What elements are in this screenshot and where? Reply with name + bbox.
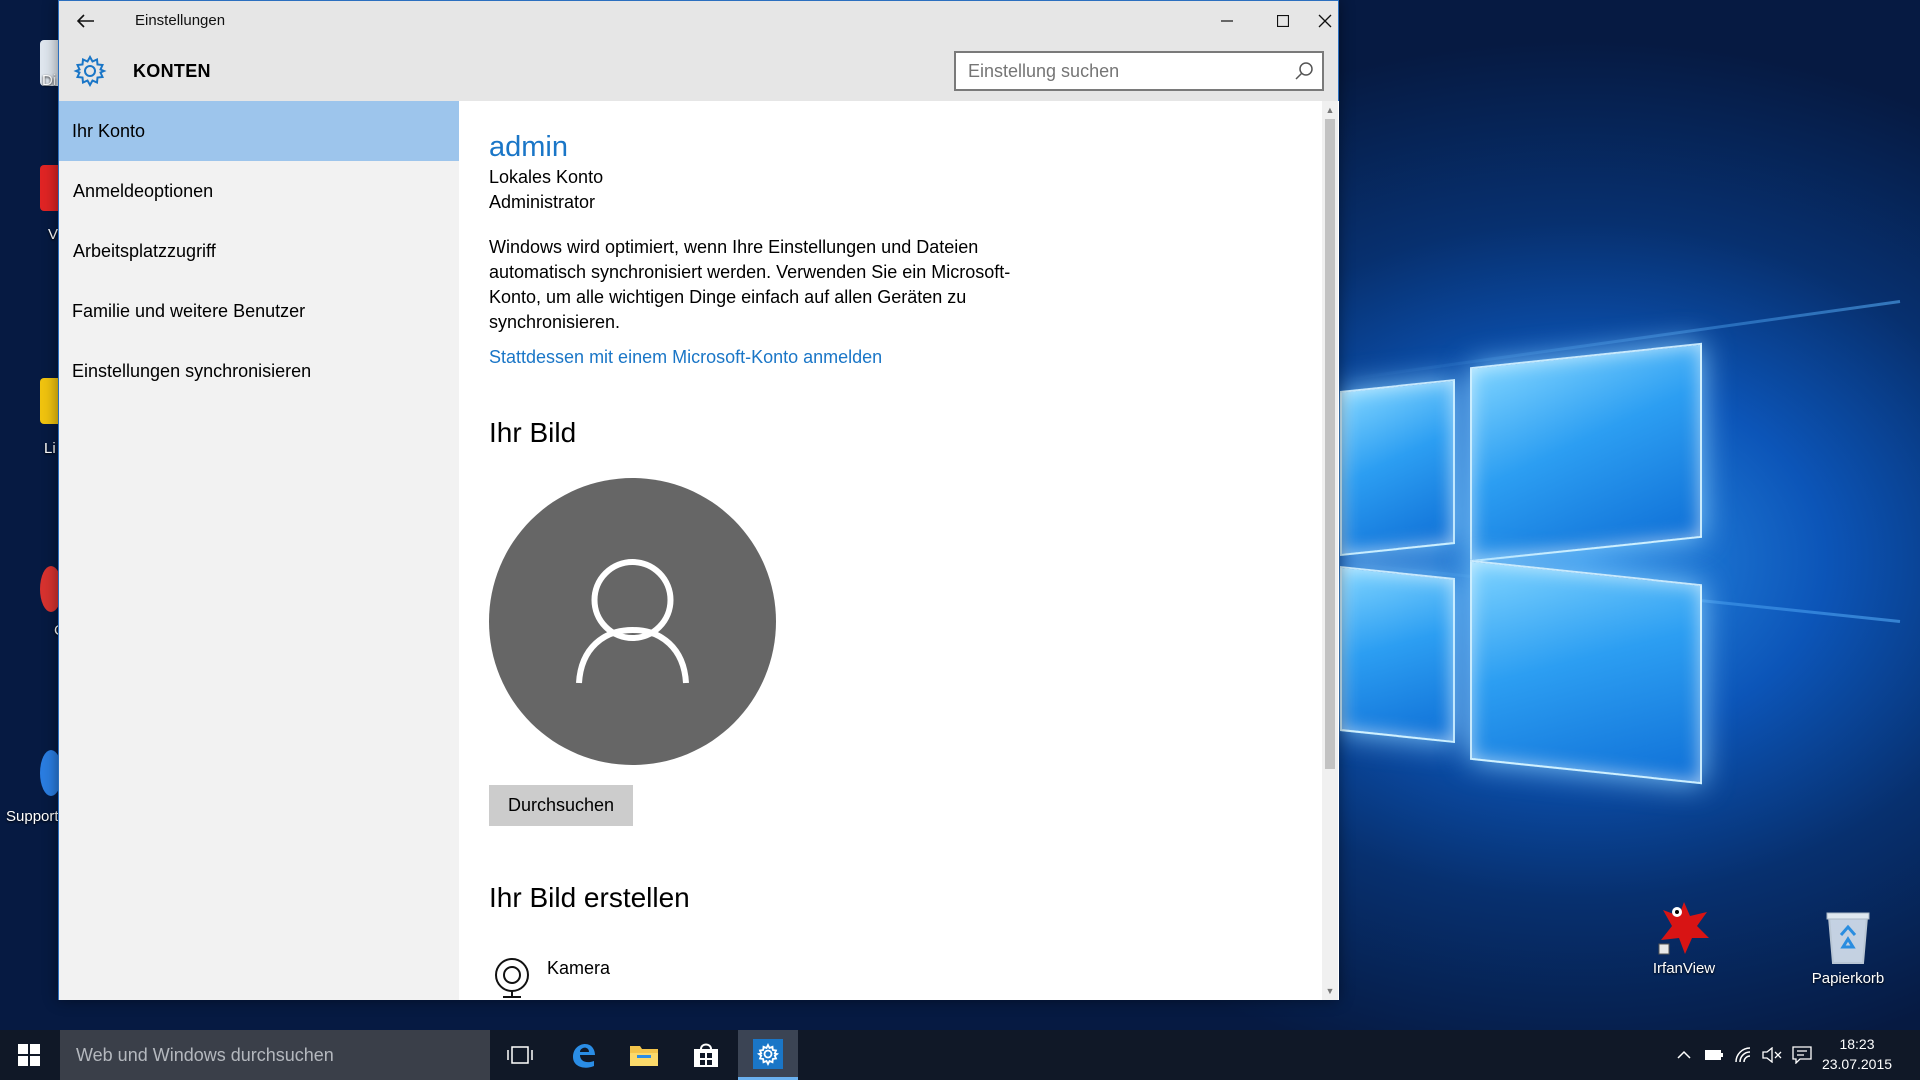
battery-tray-button[interactable] [1700, 1030, 1728, 1080]
sidebar-item-label: Ihr Konto [72, 120, 146, 141]
clock-time: 18:23 [1839, 1036, 1875, 1052]
sidebar-item-familie[interactable]: Familie und weitere Benutzer [59, 281, 459, 341]
account-type: Lokales Konto [489, 167, 604, 187]
notifications-icon [1792, 1046, 1812, 1064]
desktop-icon-label: Papierkorb [1811, 970, 1885, 987]
volume-tray-button[interactable] [1758, 1030, 1786, 1080]
user-icon [576, 559, 689, 684]
minimize-button[interactable] [1199, 1, 1255, 41]
taskbar-explorer-button[interactable] [614, 1030, 674, 1080]
sidebar-item-sync[interactable]: Einstellungen synchronisieren [59, 341, 459, 401]
clock-date: 23.07.2015 [1821, 1056, 1893, 1072]
browse-button[interactable]: Durchsuchen [489, 785, 633, 826]
scroll-up-icon[interactable]: ▲ [1322, 103, 1338, 117]
chevron-up-icon [1677, 1050, 1691, 1059]
wifi-icon [1735, 1047, 1751, 1063]
picture-heading: Ihr Bild [489, 417, 577, 448]
settings-sidebar: Ihr Konto Anmeldeoptionen Arbeitsplatzzu… [59, 101, 459, 1000]
close-icon [1318, 14, 1332, 28]
desktop-icon-label: IrfanView [1652, 960, 1716, 977]
desktop-icon-label: V [48, 226, 59, 243]
settings-search-box[interactable] [954, 51, 1324, 91]
volume-muted-icon [1762, 1047, 1782, 1063]
microsoft-account-link[interactable]: Stattdessen mit einem Microsoft-Konto an… [489, 347, 882, 368]
desktop-icon-recycle-bin[interactable]: Papierkorb [1800, 908, 1896, 987]
scrollbar-thumb[interactable] [1325, 119, 1335, 769]
windows-logo-pane [1340, 378, 1455, 557]
sidebar-item-label: Einstellungen synchronisieren [72, 360, 312, 381]
scroll-down-icon[interactable]: ▼ [1322, 984, 1338, 998]
sidebar-item-anmeldeoptionen[interactable]: Anmeldeoptionen [59, 161, 459, 221]
network-tray-button[interactable] [1730, 1030, 1758, 1080]
camera-label: Kamera [547, 958, 611, 978]
desktop-icon-label: Di [42, 72, 57, 89]
desktop-icon-label: Support [6, 808, 59, 825]
folder-icon [630, 1046, 658, 1066]
account-username: admin [489, 131, 568, 163]
sidebar-item-arbeitsplatzzugriff[interactable]: Arbeitsplatzzugriff [59, 221, 459, 281]
store-icon [694, 1043, 718, 1067]
windows-logo-pane [1470, 342, 1702, 563]
minimize-icon [1221, 20, 1233, 22]
section-title: KONTEN [133, 61, 211, 81]
windows-logo-pane [1340, 565, 1455, 744]
taskbar-edge-button[interactable] [553, 1030, 613, 1080]
arrow-left-icon [77, 14, 94, 28]
sidebar-item-ihr-konto[interactable]: Ihr Konto [59, 101, 459, 161]
close-button[interactable] [1311, 1, 1339, 41]
desktop-icon-irfanview[interactable]: IrfanView [1636, 898, 1732, 977]
settings-header: KONTEN [59, 41, 1338, 101]
window-title: Einstellungen [135, 12, 226, 29]
gear-icon [73, 54, 107, 88]
account-role: Administrator [489, 192, 596, 212]
edge-browser-icon [573, 1044, 595, 1068]
account-content: admin Lokales Konto Administrator Window… [459, 101, 1339, 1000]
title-bar: Einstellungen [59, 1, 1338, 41]
irfanview-icon [1655, 898, 1713, 956]
content-scrollbar[interactable]: ▲ ▼ [1322, 101, 1338, 1000]
taskbar-store-button[interactable] [676, 1030, 736, 1080]
settings-window: Einstellungen KONTEN Ihr Konto A [58, 0, 1339, 1000]
start-button[interactable] [0, 1030, 58, 1080]
back-button[interactable] [73, 8, 99, 34]
camera-icon [495, 958, 529, 998]
avatar [489, 478, 776, 765]
taskbar-clock[interactable]: 18:23 23.07.2015 [1812, 1034, 1902, 1074]
sidebar-item-label: Anmeldeoptionen [73, 180, 214, 201]
taskbar: Web und Windows durchsuchen 18:23 23.07.… [0, 1030, 1920, 1080]
maximize-icon [1277, 15, 1289, 27]
search-icon[interactable] [1294, 61, 1314, 81]
taskbar-search-box[interactable]: Web und Windows durchsuchen [60, 1030, 490, 1080]
battery-icon [1705, 1050, 1723, 1060]
show-hidden-icons-button[interactable] [1672, 1030, 1696, 1080]
sidebar-item-label: Familie und weitere Benutzer [72, 300, 306, 321]
desktop-icon-label: Li [44, 440, 56, 457]
settings-search-input[interactable] [968, 59, 1288, 83]
task-view-button[interactable] [490, 1030, 550, 1080]
create-picture-heading: Ihr Bild erstellen [489, 882, 690, 913]
maximize-button[interactable] [1255, 1, 1311, 41]
recycle-bin-icon [1819, 908, 1877, 966]
task-view-icon [507, 1046, 533, 1064]
settings-app-icon [753, 1038, 783, 1069]
windows-start-icon [18, 1044, 40, 1066]
sync-description: Windows wird optimiert, wenn Ihre Einste… [489, 237, 1011, 332]
sidebar-item-label: Arbeitsplatzzugriff [73, 240, 216, 261]
windows-logo-pane [1470, 559, 1702, 785]
taskbar-settings-button[interactable] [738, 1030, 798, 1080]
